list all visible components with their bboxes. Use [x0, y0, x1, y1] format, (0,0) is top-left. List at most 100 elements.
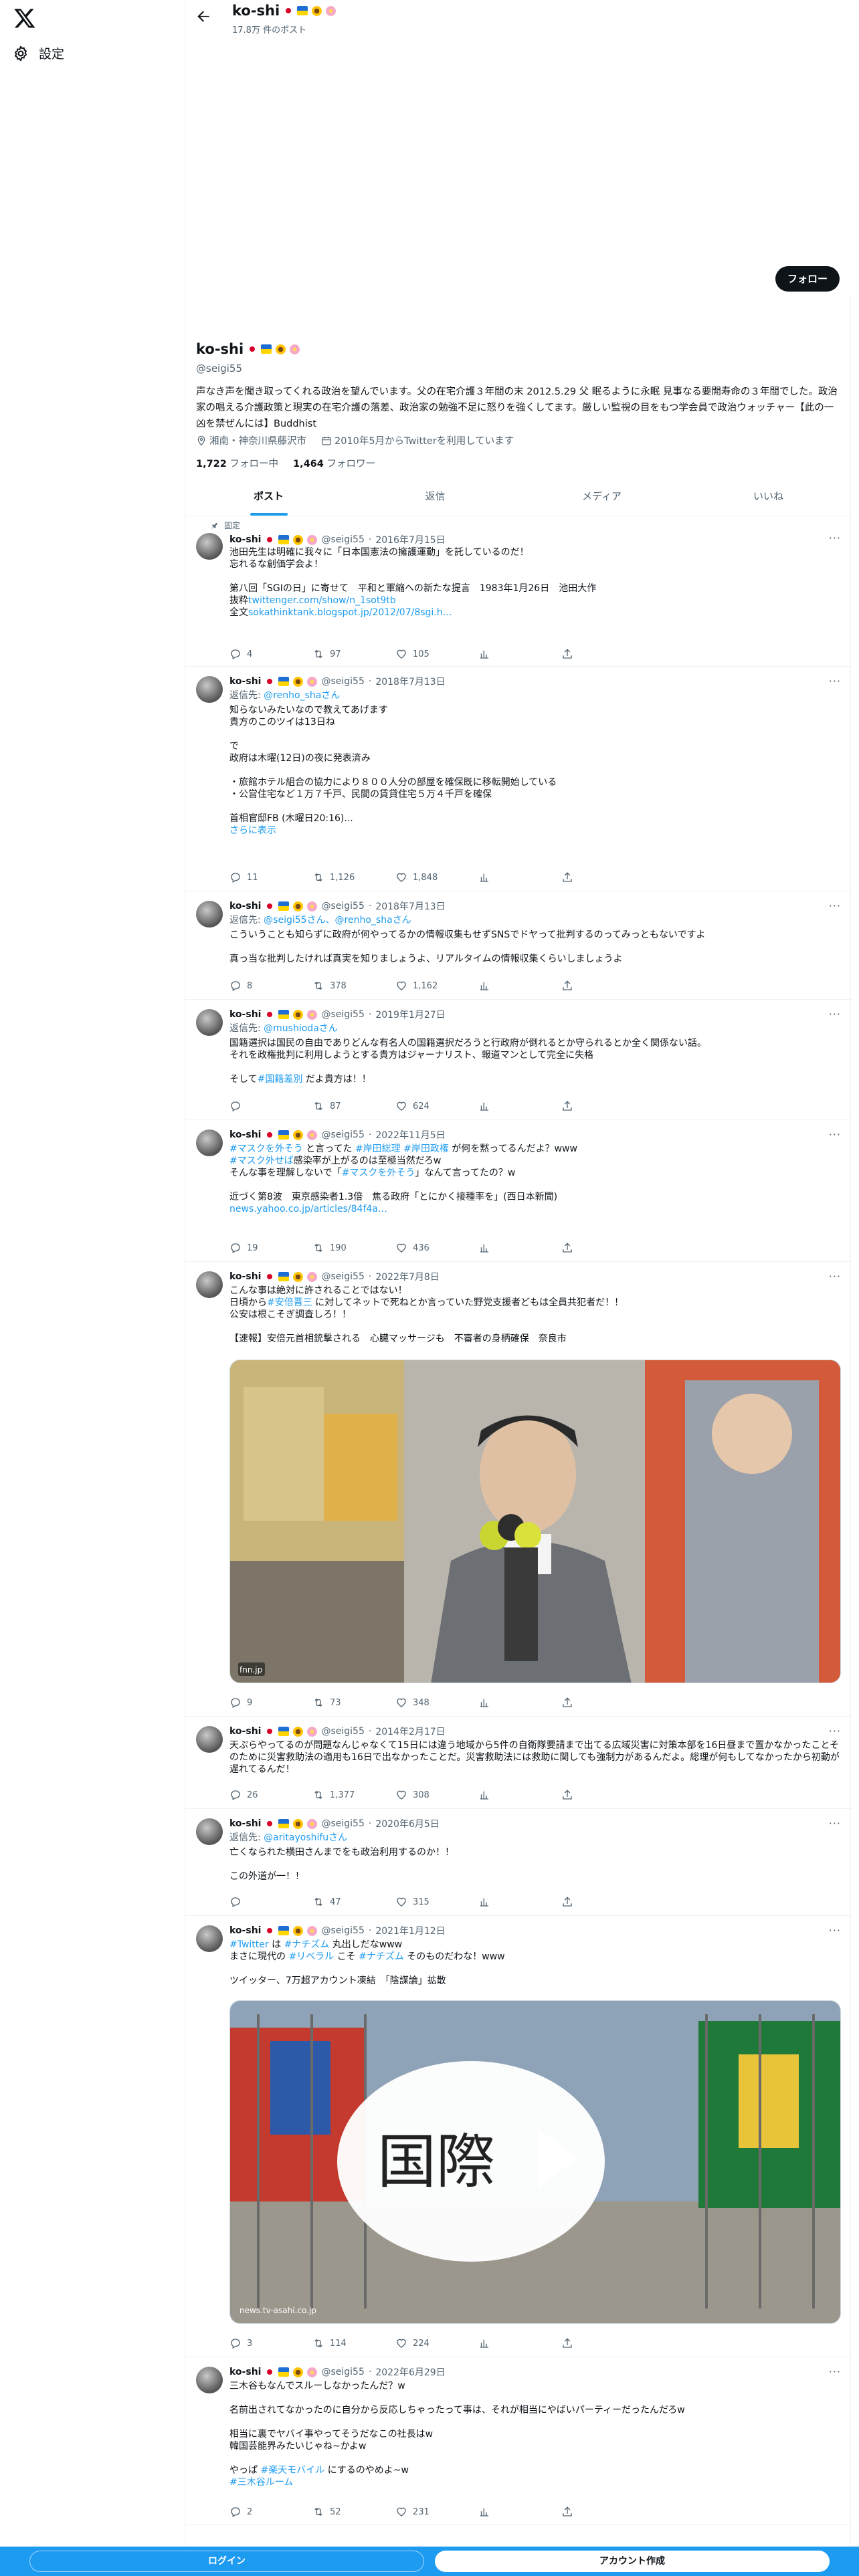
hashtag-link[interactable]: #三木谷ルーム: [229, 2477, 293, 2488]
reply-button[interactable]: 8: [229, 980, 312, 992]
following-link[interactable]: 1,722 フォロー中: [196, 456, 278, 470]
show-more-link[interactable]: さらに表示: [229, 825, 276, 836]
x-logo-icon[interactable]: [13, 7, 36, 29]
views-button[interactable]: [478, 1697, 561, 1709]
author-name[interactable]: ko-shi: [229, 1009, 261, 1020]
tweet-date[interactable]: 2021年1月12日: [375, 1924, 445, 1937]
tweet-date[interactable]: 2018年7月13日: [375, 899, 445, 913]
share-button[interactable]: [561, 1789, 644, 1801]
like-button[interactable]: 315: [395, 1896, 478, 1908]
author-name[interactable]: ko-shi: [229, 676, 261, 687]
tweet-link[interactable]: sokathinktank.blogspot.jp/2012/07/8sgi.h…: [248, 607, 452, 618]
more-options-icon[interactable]: ···: [829, 899, 841, 912]
more-options-icon[interactable]: ···: [829, 1008, 841, 1021]
retweet-button[interactable]: 52: [312, 2506, 395, 2518]
tweet-date[interactable]: 2018年7月13日: [375, 675, 445, 688]
tab-replies[interactable]: 返信: [352, 476, 518, 516]
views-button[interactable]: [478, 1100, 561, 1112]
avatar[interactable]: [196, 1009, 223, 1036]
reply-button[interactable]: 3: [229, 2337, 312, 2349]
hashtag-link[interactable]: #Twitter: [229, 1939, 269, 1950]
tweet-date[interactable]: 2016年7月15日: [375, 533, 445, 546]
more-options-icon[interactable]: ···: [829, 532, 841, 544]
hashtag-link[interactable]: #マスクを外そう: [342, 1168, 415, 1178]
author-name[interactable]: ko-shi: [229, 1818, 261, 1829]
retweet-button[interactable]: 97: [312, 648, 395, 660]
tweet[interactable]: ko-shi @seigi55 · 2019年1月27日 ··· 返信先: @mu…: [185, 1000, 852, 1120]
tweet-link[interactable]: news.yahoo.co.jp/articles/84f4a…: [229, 1204, 387, 1214]
back-arrow-icon[interactable]: [195, 8, 212, 25]
like-button[interactable]: 436: [395, 1242, 478, 1254]
author-name[interactable]: ko-shi: [229, 901, 261, 911]
tweet[interactable]: 固定 ko-shi @seigi55 · 2016年7月15日 ··· 池田先生は…: [185, 517, 852, 667]
views-button[interactable]: [478, 2337, 561, 2349]
login-button[interactable]: ログイン: [29, 2551, 424, 2572]
reply-button[interactable]: [229, 1100, 312, 1112]
author-name[interactable]: ko-shi: [229, 1726, 261, 1737]
views-button[interactable]: [478, 1896, 561, 1908]
avatar[interactable]: [196, 2367, 223, 2393]
like-button[interactable]: 308: [395, 1789, 478, 1801]
like-button[interactable]: 231: [395, 2506, 478, 2518]
hashtag-link[interactable]: #国籍差別: [258, 1074, 303, 1085]
like-button[interactable]: 348: [395, 1697, 478, 1709]
tweet[interactable]: ko-shi @seigi55 · 2018年7月13日 ··· 返信先: @re…: [185, 667, 852, 891]
more-options-icon[interactable]: ···: [829, 1924, 841, 1937]
views-button[interactable]: [478, 980, 561, 992]
views-button[interactable]: [478, 1242, 561, 1254]
avatar[interactable]: [196, 1726, 223, 1753]
reply-button[interactable]: [229, 1896, 312, 1908]
hashtag-link[interactable]: #岸田総理 #岸田政権: [355, 1144, 449, 1154]
like-button[interactable]: 105: [395, 648, 478, 660]
tab-likes[interactable]: いいね: [685, 476, 852, 516]
reply-button[interactable]: 4: [229, 648, 312, 660]
avatar[interactable]: [196, 901, 223, 928]
share-button[interactable]: [561, 1242, 644, 1254]
settings-link[interactable]: 設定: [12, 44, 64, 62]
video-thumbnail[interactable]: 国際 news.tv-asahi.co.jp: [229, 2000, 841, 2324]
tweet-date[interactable]: 2022年6月29日: [375, 2365, 445, 2379]
retweet-button[interactable]: 1,126: [312, 871, 395, 883]
views-button[interactable]: [478, 871, 561, 883]
more-options-icon[interactable]: ···: [829, 1270, 841, 1283]
tweet[interactable]: ko-shi @seigi55 · 2014年2月17日 ··· 天ぷらやってるの…: [185, 1717, 852, 1809]
tweet[interactable]: ko-shi @seigi55 · 2020年6月5日 ··· 返信先: @ari…: [185, 1809, 852, 1916]
more-options-icon[interactable]: ···: [829, 1725, 841, 1737]
tab-posts[interactable]: ポスト: [185, 476, 352, 516]
share-button[interactable]: [561, 1697, 644, 1709]
followers-link[interactable]: 1,464 フォロワー: [293, 456, 375, 470]
views-button[interactable]: [478, 2506, 561, 2518]
retweet-button[interactable]: 114: [312, 2337, 395, 2349]
share-button[interactable]: [561, 648, 644, 660]
views-button[interactable]: [478, 1789, 561, 1801]
share-button[interactable]: [561, 980, 644, 992]
author-name[interactable]: ko-shi: [229, 1271, 261, 1282]
hashtag-link[interactable]: #マスク外せば: [229, 1156, 294, 1166]
tweet-date[interactable]: 2020年6月5日: [375, 1817, 439, 1830]
reply-to-user[interactable]: @mushiodaさん: [264, 1023, 338, 1034]
author-name[interactable]: ko-shi: [229, 1925, 261, 1936]
retweet-button[interactable]: 87: [312, 1100, 395, 1112]
retweet-button[interactable]: 190: [312, 1242, 395, 1254]
reply-to-user[interactable]: @seigi55さん、@renho_shaさん: [264, 915, 411, 926]
tab-media[interactable]: メディア: [518, 476, 685, 516]
hashtag-link[interactable]: #マスクを外そう: [229, 1144, 303, 1154]
author-name[interactable]: ko-shi: [229, 1130, 261, 1140]
hashtag-link[interactable]: #楽天モバイル: [260, 2465, 324, 2476]
tweet[interactable]: ko-shi @seigi55 · 2022年6月29日 ··· 三木谷もなんでス…: [185, 2357, 852, 2525]
reply-to-user[interactable]: @renho_shaさん: [264, 690, 340, 701]
signup-button[interactable]: アカウント作成: [435, 2551, 830, 2572]
retweet-button[interactable]: 73: [312, 1697, 395, 1709]
more-options-icon[interactable]: ···: [829, 675, 841, 687]
hashtag-link[interactable]: #ナチズム: [359, 1951, 404, 1962]
hashtag-link[interactable]: #ナチズム: [284, 1939, 330, 1950]
avatar[interactable]: [196, 676, 223, 703]
link-card-image[interactable]: fnn.jp: [229, 1360, 841, 1683]
tweet-date[interactable]: 2022年11月5日: [375, 1128, 445, 1142]
reply-to-user[interactable]: @aritayoshifuさん: [264, 1832, 347, 1843]
avatar[interactable]: [196, 1271, 223, 1298]
hashtag-link[interactable]: #リベラル: [288, 1951, 334, 1962]
tweet-date[interactable]: 2019年1月27日: [375, 1008, 445, 1021]
retweet-button[interactable]: 1,377: [312, 1789, 395, 1801]
tweet[interactable]: ko-shi @seigi55 · 2018年7月13日 ··· 返信先: @se…: [185, 891, 852, 1000]
